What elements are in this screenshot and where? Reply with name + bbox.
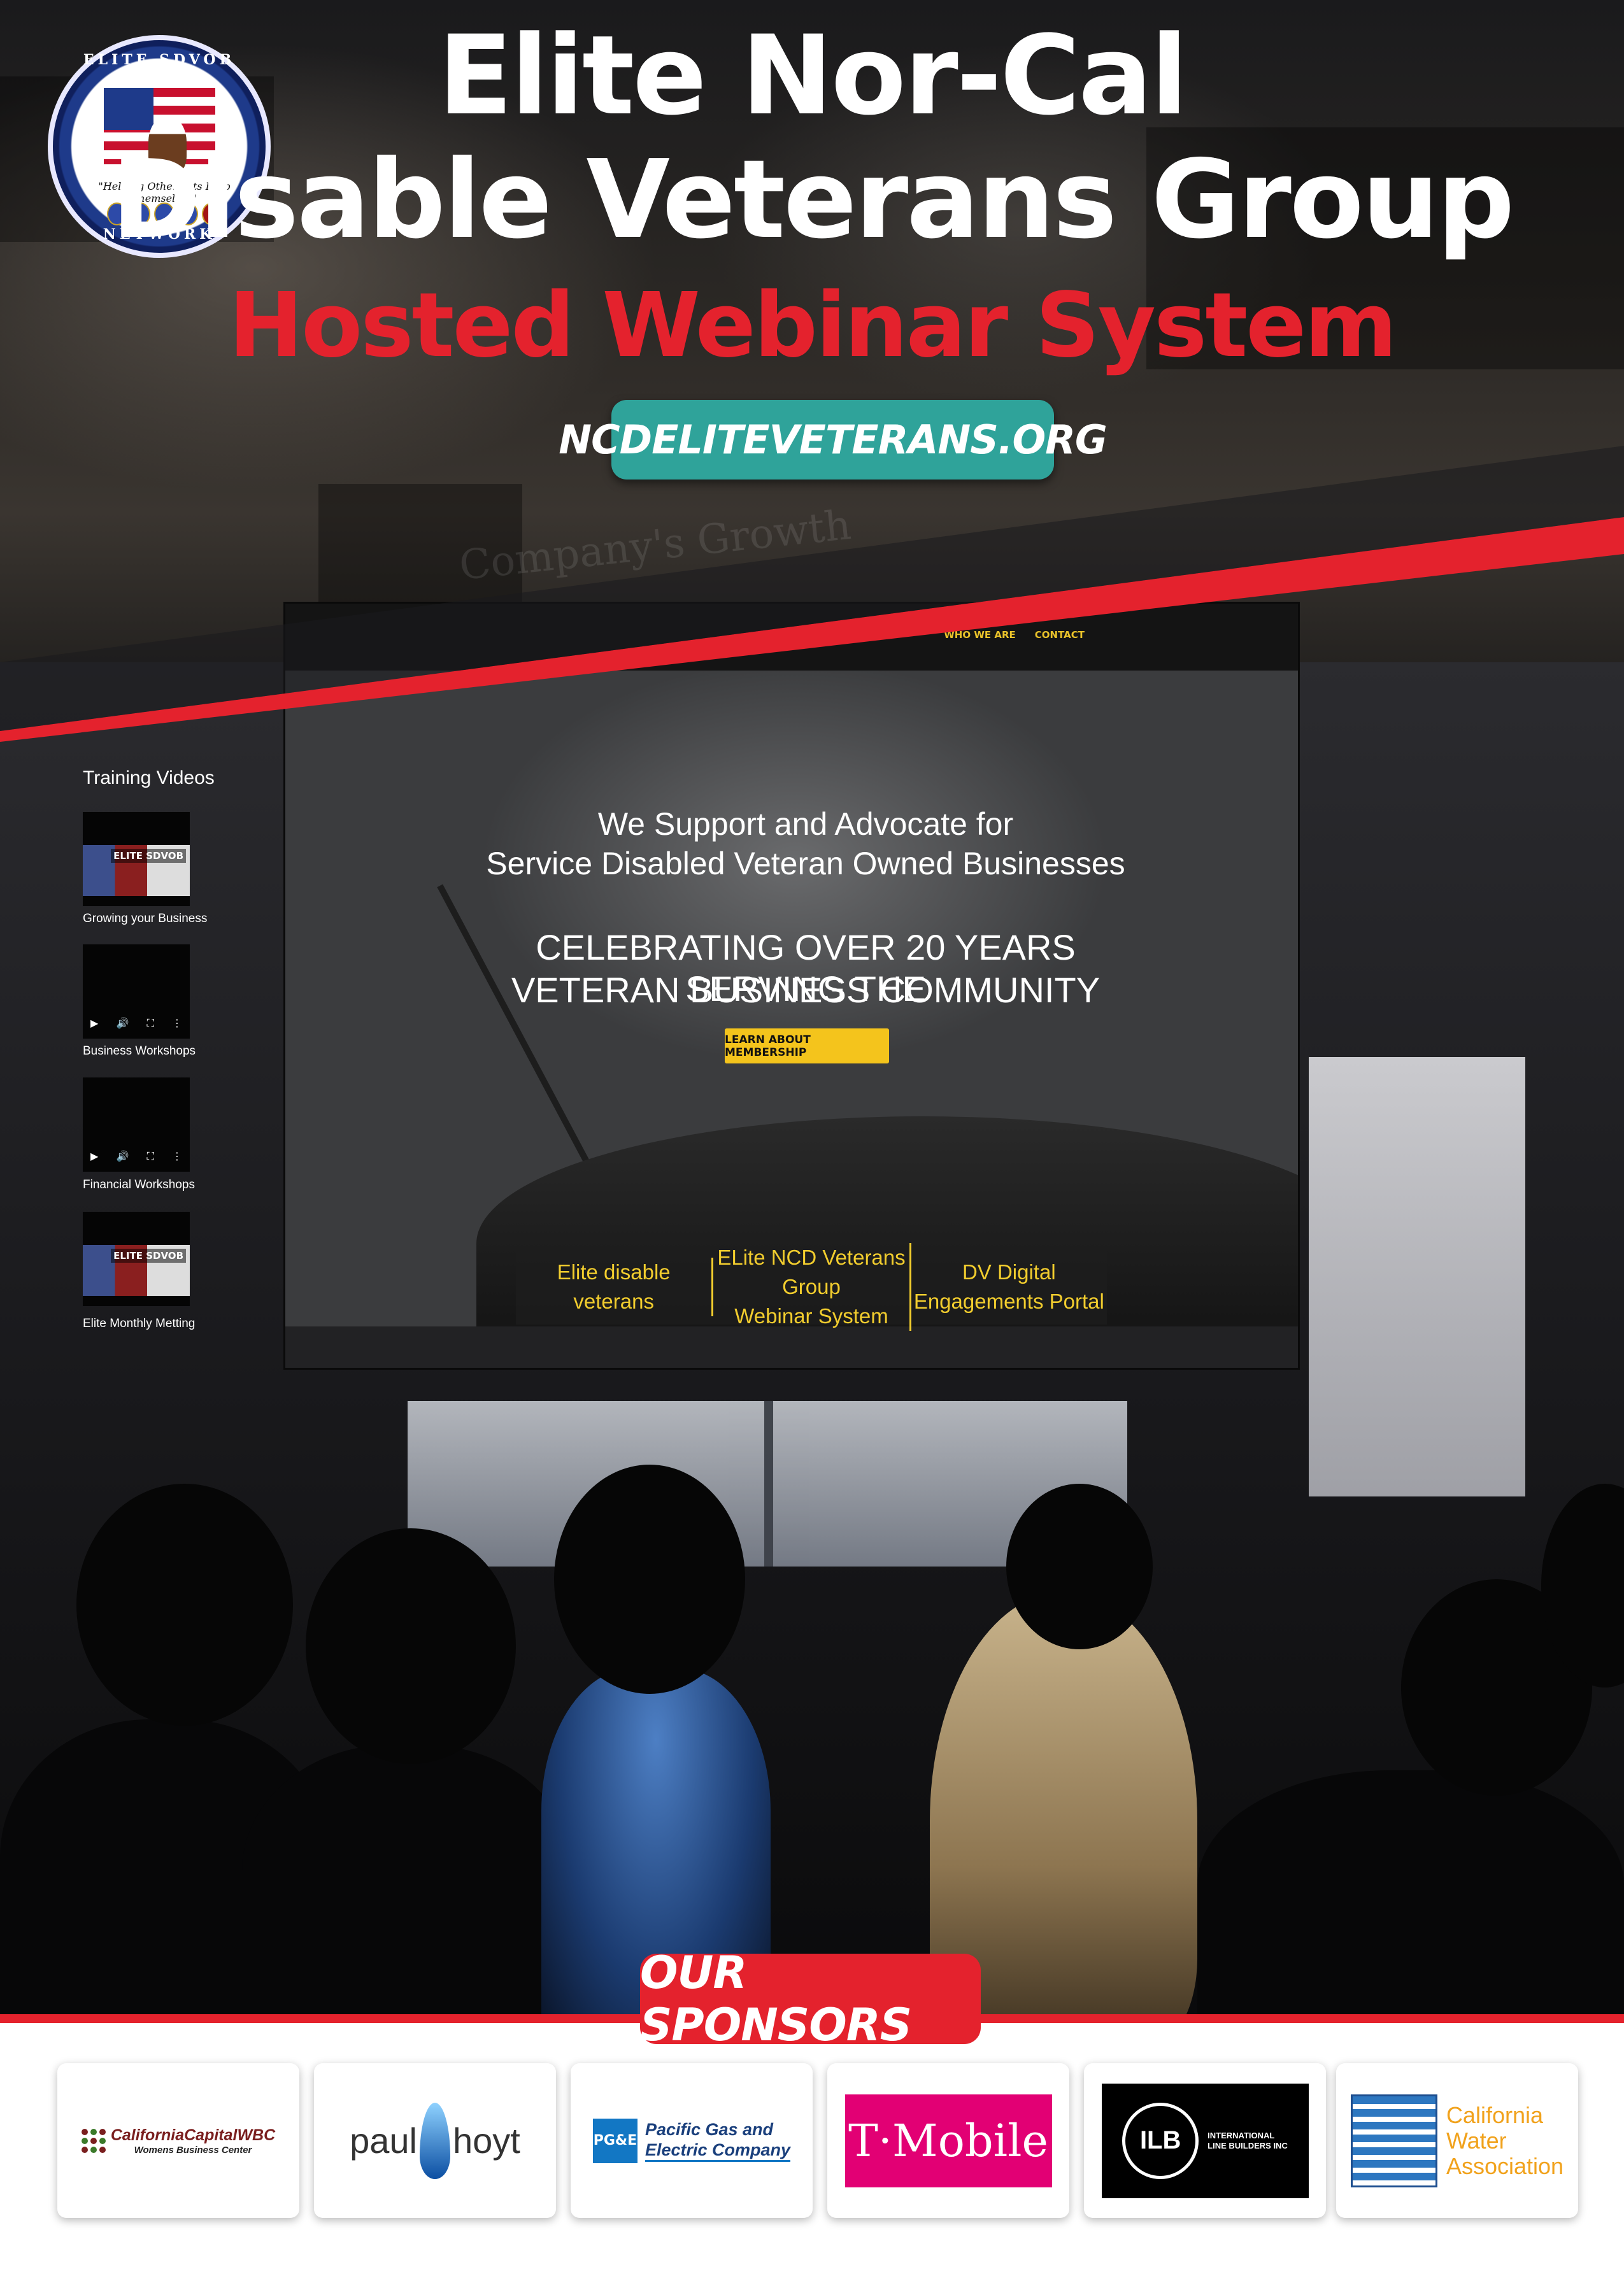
sponsor-california-water-association[interactable]: California Water Association (1336, 2063, 1578, 2218)
hero-line-2: Service Disabled Veteran Owned Businesse… (486, 846, 1125, 881)
hero-line-4: VETERAN BUSINESS COMMUNITY (511, 970, 1100, 1010)
more-icon[interactable]: ⋮ (172, 1017, 182, 1030)
video-caption[interactable]: Financial Workshops (83, 1178, 195, 1192)
video-caption[interactable]: Business Workshops (83, 1044, 196, 1058)
screen-footer (285, 1326, 1298, 1368)
hero-line-1: We Support and Advocate for (597, 806, 1014, 842)
ilb-logo-icon: ILB (1122, 2102, 1199, 2179)
pge-logo-icon: PG&E (592, 2118, 637, 2163)
play-icon[interactable]: ▶ (90, 1017, 98, 1030)
red-diagonal-band (0, 446, 1624, 742)
sponsor-pge[interactable]: PG&E Pacific Gas and Electric Company (571, 2063, 813, 2218)
play-icon[interactable]: ▶ (90, 1150, 98, 1163)
fullscreen-icon[interactable]: ⛶ (147, 1017, 154, 1030)
sponsors-heading: OUR SPONSORS (640, 1947, 981, 2051)
sponsor-ilb[interactable]: ILB INTERNATIONAL LINE BUILDERS INC (1084, 2063, 1326, 2218)
wall-panel (1309, 1057, 1525, 1496)
video-player-financial[interactable]: ▶ 🔊 ⛶ ⋮ (83, 1077, 190, 1172)
portal-links-bar: Elite disable veterans ELite NCD Veteran… (516, 1243, 1107, 1331)
volume-icon[interactable]: 🔊 (117, 1017, 129, 1030)
training-videos-heading: Training Videos (83, 767, 215, 788)
portal-link-webinar[interactable]: ELite NCD Veterans Group Webinar System (713, 1243, 911, 1331)
volume-icon[interactable]: 🔊 (117, 1150, 129, 1163)
video-player-workshops[interactable]: ▶ 🔊 ⛶ ⋮ (83, 944, 190, 1039)
portal-link-veterans[interactable]: Elite disable veterans (516, 1258, 714, 1316)
sponsor-california-capital-wbc[interactable]: CaliforniaCapitalWBC Womens Business Cen… (57, 2063, 299, 2218)
video-thumb-monthly[interactable]: ELITE SDVOB (83, 1212, 190, 1306)
t-mobile-logo: T·Mobile (844, 2094, 1052, 2187)
flame-icon (420, 2102, 450, 2179)
learn-membership-button[interactable]: LEARN ABOUT MEMBERSHIP (725, 1028, 889, 1063)
video-caption[interactable]: Elite Monthly Metting (83, 1317, 195, 1331)
more-icon[interactable]: ⋮ (172, 1150, 182, 1163)
water-waves-icon (1350, 2094, 1437, 2187)
fullscreen-icon[interactable]: ⛶ (147, 1150, 154, 1163)
sponsor-t-mobile[interactable]: T·Mobile (827, 2063, 1069, 2218)
portal-link-digital[interactable]: DV Digital Engagements Portal (911, 1258, 1107, 1316)
video-thumb-growing[interactable]: ELITE SDVOB (83, 812, 190, 906)
video-caption[interactable]: Growing your Business (83, 912, 207, 926)
ccwbc-logo-icon (81, 2128, 106, 2153)
sponsor-paul-hoyt[interactable]: paul hoyt (314, 2063, 556, 2218)
